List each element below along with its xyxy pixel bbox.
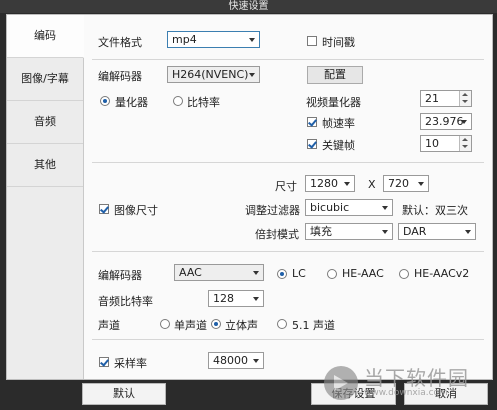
config-button[interactable]: 配置 — [307, 66, 363, 84]
watermark-url: www.downxia.com — [364, 388, 448, 398]
samplerate-select[interactable]: 48000 — [208, 352, 264, 369]
chevron-down-icon — [249, 73, 255, 77]
divider — [92, 339, 484, 340]
channel-stereo-label: 立体声 — [225, 319, 258, 332]
divider — [92, 59, 484, 60]
audio-codec-label: 编解码器 — [98, 269, 142, 282]
sidebar-item-image-subtitle[interactable]: 图像/字幕 — [7, 58, 83, 101]
timestamp-checkbox[interactable] — [307, 36, 317, 46]
spin-buttons[interactable] — [459, 91, 471, 106]
chevron-down-icon — [461, 120, 467, 124]
channel-51-label: 5.1 声道 — [292, 319, 335, 332]
channel-label: 声道 — [98, 319, 120, 332]
down-arrow-icon — [462, 100, 468, 103]
keyframe-label: 关键帧 — [322, 139, 355, 152]
aspect-mode-label: 倍封模式 — [255, 228, 299, 241]
quantizer-label: 量化器 — [115, 96, 148, 109]
image-size-checkbox[interactable] — [99, 204, 109, 214]
bitrate-label: 比特率 — [187, 96, 220, 109]
channel-stereo-radio[interactable] — [211, 319, 221, 329]
samplerate-checkbox[interactable] — [99, 357, 109, 367]
play-logo-icon — [324, 366, 358, 400]
size-x-label: X — [368, 178, 376, 191]
height-select[interactable]: 720 — [383, 175, 429, 192]
aspect-mode-select[interactable]: 填充 — [305, 223, 393, 240]
divider — [92, 251, 484, 252]
profile-he-aacv2-radio[interactable] — [399, 269, 409, 279]
filter-select[interactable]: bicubic — [305, 199, 393, 216]
chevron-down-icon — [382, 230, 388, 234]
watermark: 当下软件园 www.downxia.com — [324, 360, 489, 404]
filter-default-label: 默认：双三次 — [402, 204, 468, 217]
audio-bitrate-select[interactable]: 128 — [208, 290, 264, 307]
video-encoder-select[interactable]: H264(NVENC) — [167, 66, 260, 83]
quantizer-radio[interactable] — [100, 96, 110, 106]
profile-he-aacv2-label: HE-AACv2 — [414, 267, 470, 280]
framerate-checkbox[interactable] — [307, 117, 317, 127]
framerate-select[interactable]: 23.976 — [420, 113, 472, 130]
audio-codec-select[interactable]: AAC — [174, 264, 264, 281]
timestamp-label: 时间戳 — [322, 36, 355, 49]
chevron-down-icon — [249, 38, 255, 42]
audio-bitrate-label: 音频比特率 — [98, 295, 153, 308]
keyframe-spinner[interactable]: 10 — [420, 135, 472, 152]
chevron-down-icon — [382, 206, 388, 210]
down-arrow-icon — [462, 145, 468, 148]
divider — [92, 162, 484, 163]
bitrate-radio[interactable] — [173, 96, 183, 106]
chevron-down-icon — [465, 230, 471, 234]
up-arrow-icon — [462, 93, 468, 96]
profile-he-aac-radio[interactable] — [327, 269, 337, 279]
chevron-down-icon — [253, 359, 259, 363]
aspect-select[interactable]: DAR — [398, 223, 476, 240]
chevron-down-icon — [253, 271, 259, 275]
file-format-label: 文件格式 — [98, 36, 142, 49]
filter-label: 调整过滤器 — [245, 204, 300, 217]
settings-window: 编码 图像/字幕 音频 其他 文件格式 mp4 时间戳 编解码器 H264(NV… — [6, 14, 493, 380]
video-quantizer-label: 视频量化器 — [306, 96, 361, 109]
size-label: 尺寸 — [275, 180, 297, 193]
width-select[interactable]: 1280 — [305, 175, 355, 192]
encode-panel: 文件格式 mp4 时间戳 编解码器 H264(NVENC) 配置 量化器 比特率… — [84, 15, 492, 379]
channel-mono-label: 单声道 — [174, 319, 207, 332]
chevron-down-icon — [418, 182, 424, 186]
profile-lc-label: LC — [292, 267, 306, 280]
file-format-select[interactable]: mp4 — [167, 31, 260, 48]
channel-mono-radio[interactable] — [160, 319, 170, 329]
window-title: 快速设置 — [0, 0, 497, 13]
video-quantizer-spinner[interactable]: 21 — [420, 90, 472, 107]
watermark-text: 当下软件园 — [364, 366, 469, 390]
video-encoder-label: 编解码器 — [98, 70, 142, 83]
samplerate-label: 采样率 — [114, 357, 147, 370]
keyframe-checkbox[interactable] — [307, 139, 317, 149]
up-arrow-icon — [462, 138, 468, 141]
sidebar: 编码 图像/字幕 音频 其他 — [7, 15, 84, 379]
profile-he-aac-label: HE-AAC — [342, 267, 384, 280]
chevron-down-icon — [253, 297, 259, 301]
image-size-label: 图像尺寸 — [114, 204, 158, 217]
framerate-label: 帧速率 — [322, 117, 355, 130]
chevron-down-icon — [344, 182, 350, 186]
profile-lc-radio[interactable] — [277, 269, 287, 279]
sidebar-item-encode[interactable]: 编码 — [7, 15, 84, 58]
sidebar-item-audio[interactable]: 音频 — [7, 101, 83, 144]
channel-51-radio[interactable] — [277, 319, 287, 329]
spin-buttons[interactable] — [459, 136, 471, 151]
sidebar-item-other[interactable]: 其他 — [7, 144, 83, 187]
default-button[interactable]: 默认 — [82, 383, 166, 405]
